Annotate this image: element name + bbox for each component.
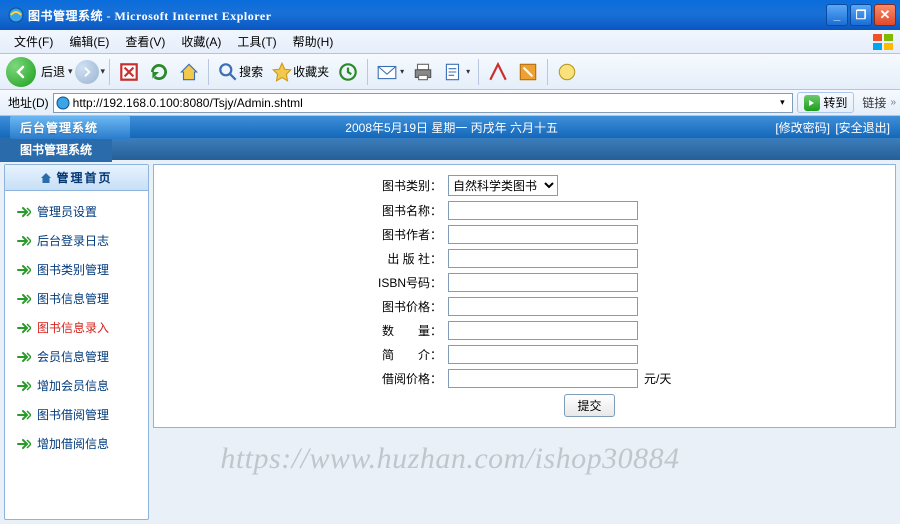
sidebar-item-label: 增加借阅信息 xyxy=(37,435,109,452)
sidebar-item-label: 会员信息管理 xyxy=(37,348,109,365)
sidebar-item-8[interactable]: 增加借阅信息 xyxy=(5,429,148,458)
menu-tools[interactable]: 工具(T) xyxy=(229,30,284,53)
address-label: 地址(D) xyxy=(4,94,53,111)
sidebar-item-label: 后台登录日志 xyxy=(37,232,109,249)
sub-header-title: 图书管理系统 xyxy=(0,137,112,162)
close-button[interactable]: ✕ xyxy=(874,4,896,26)
sidebar-item-0[interactable]: 管理员设置 xyxy=(5,197,148,226)
sidebar-header[interactable]: 管理首页 xyxy=(5,165,148,191)
mail-button[interactable]: ▾ xyxy=(372,59,408,85)
go-button[interactable]: 转到 xyxy=(797,92,854,113)
favorites-button[interactable]: 收藏夹 xyxy=(267,59,333,85)
sidebar-item-label: 管理员设置 xyxy=(37,203,97,220)
publisher-label: 出 版 社： xyxy=(168,250,448,267)
sidebar-list: 管理员设置后台登录日志图书类别管理图书信息管理图书信息录入会员信息管理增加会员信… xyxy=(5,191,148,464)
name-label: 图书名称： xyxy=(168,202,448,219)
rent-suffix: 元/天 xyxy=(644,370,671,387)
url-input[interactable] xyxy=(73,96,775,110)
forward-button[interactable] xyxy=(75,60,99,84)
chevron-down-icon: ▾ xyxy=(400,67,404,76)
edit-button[interactable]: ▾ xyxy=(438,59,474,85)
category-select[interactable]: 自然科学类图书 xyxy=(448,175,558,196)
go-arrow-icon xyxy=(804,95,820,111)
minimize-button[interactable]: _ xyxy=(826,4,848,26)
app-header: 后台管理系统 2008年5月19日 星期一 丙戌年 六月十五 [修改密码] [安… xyxy=(0,116,900,138)
ie-icon xyxy=(8,7,24,23)
url-field-wrap[interactable]: ▾ xyxy=(53,93,794,113)
stop-button[interactable] xyxy=(114,59,144,85)
home-button[interactable] xyxy=(174,59,204,85)
back-dropdown-icon[interactable]: ▾ xyxy=(68,66,73,77)
search-button[interactable]: 搜索 xyxy=(213,59,267,85)
maximize-button[interactable]: ❐ xyxy=(850,4,872,26)
category-label: 图书类别： xyxy=(168,177,448,194)
sidebar: 管理首页 管理员设置后台登录日志图书类别管理图书信息管理图书信息录入会员信息管理… xyxy=(4,164,149,520)
chevron-down-icon: ▾ xyxy=(466,67,470,76)
sidebar-item-2[interactable]: 图书类别管理 xyxy=(5,255,148,284)
qty-input[interactable] xyxy=(448,321,638,340)
isbn-label: ISBN号码： xyxy=(168,274,448,291)
window-title: 图书管理系统 - Microsoft Internet Explorer xyxy=(28,7,826,24)
sidebar-item-4[interactable]: 图书信息录入 xyxy=(5,313,148,342)
sidebar-item-label: 图书借阅管理 xyxy=(37,406,109,423)
tool-c-button[interactable] xyxy=(552,59,582,85)
menu-view[interactable]: 查看(V) xyxy=(117,30,173,53)
back-label[interactable]: 后退 xyxy=(41,63,65,80)
back-button[interactable] xyxy=(6,57,36,87)
rent-label: 借阅价格： xyxy=(168,370,448,387)
windows-logo-icon xyxy=(872,33,894,51)
links-chevron-icon[interactable]: » xyxy=(890,97,896,108)
menu-help[interactable]: 帮助(H) xyxy=(285,30,342,53)
sidebar-item-label: 图书信息录入 xyxy=(37,319,109,336)
history-button[interactable] xyxy=(333,59,363,85)
address-bar: 地址(D) ▾ 转到 链接 » xyxy=(0,90,900,116)
author-label: 图书作者： xyxy=(168,226,448,243)
logout-link[interactable]: [安全退出] xyxy=(835,121,890,135)
menu-file[interactable]: 文件(F) xyxy=(6,30,61,53)
publisher-input[interactable] xyxy=(448,249,638,268)
intro-input[interactable] xyxy=(448,345,638,364)
tool-b-button[interactable] xyxy=(513,59,543,85)
tool-a-button[interactable] xyxy=(483,59,513,85)
sub-header: 图书管理系统 xyxy=(0,138,900,160)
qty-label: 数 量： xyxy=(168,322,448,339)
menu-favorites[interactable]: 收藏(A) xyxy=(173,30,229,53)
price-input[interactable] xyxy=(448,297,638,316)
author-input[interactable] xyxy=(448,225,638,244)
intro-label: 简 介： xyxy=(168,346,448,363)
content-area: 图书类别： 自然科学类图书 图书名称： 图书作者： 出 版 社： ISBN号码：… xyxy=(153,164,896,520)
change-password-link[interactable]: [修改密码] xyxy=(775,121,830,135)
sidebar-item-1[interactable]: 后台登录日志 xyxy=(5,226,148,255)
page-icon xyxy=(56,96,70,110)
menu-edit[interactable]: 编辑(E) xyxy=(61,30,117,53)
price-label: 图书价格： xyxy=(168,298,448,315)
forward-dropdown-icon[interactable]: ▾ xyxy=(101,66,106,77)
refresh-button[interactable] xyxy=(144,59,174,85)
links-label[interactable]: 链接 xyxy=(858,94,890,111)
submit-button[interactable]: 提交 xyxy=(564,394,614,417)
sidebar-item-7[interactable]: 图书借阅管理 xyxy=(5,400,148,429)
print-button[interactable] xyxy=(408,59,438,85)
main-area: 管理首页 管理员设置后台登录日志图书类别管理图书信息管理图书信息录入会员信息管理… xyxy=(0,160,900,524)
form-panel: 图书类别： 自然科学类图书 图书名称： 图书作者： 出 版 社： ISBN号码：… xyxy=(153,164,896,428)
menu-bar: 文件(F) 编辑(E) 查看(V) 收藏(A) 工具(T) 帮助(H) xyxy=(0,30,900,54)
home-small-icon xyxy=(40,172,52,184)
sidebar-item-6[interactable]: 增加会员信息 xyxy=(5,371,148,400)
window-titlebar: 图书管理系统 - Microsoft Internet Explorer _ ❐… xyxy=(0,0,900,30)
app-date: 2008年5月19日 星期一 丙戌年 六月十五 xyxy=(130,119,773,136)
url-dropdown-icon[interactable]: ▾ xyxy=(774,97,790,108)
browser-toolbar: 后退 ▾ ▾ 搜索 收藏夹 ▾ ▾ xyxy=(0,54,900,90)
app-brand: 后台管理系统 xyxy=(10,116,130,139)
sidebar-item-3[interactable]: 图书信息管理 xyxy=(5,284,148,313)
sidebar-item-label: 图书类别管理 xyxy=(37,261,109,278)
isbn-input[interactable] xyxy=(448,273,638,292)
sidebar-item-label: 增加会员信息 xyxy=(37,377,109,394)
rent-input[interactable] xyxy=(448,369,638,388)
sidebar-item-label: 图书信息管理 xyxy=(37,290,109,307)
name-input[interactable] xyxy=(448,201,638,220)
sidebar-item-5[interactable]: 会员信息管理 xyxy=(5,342,148,371)
